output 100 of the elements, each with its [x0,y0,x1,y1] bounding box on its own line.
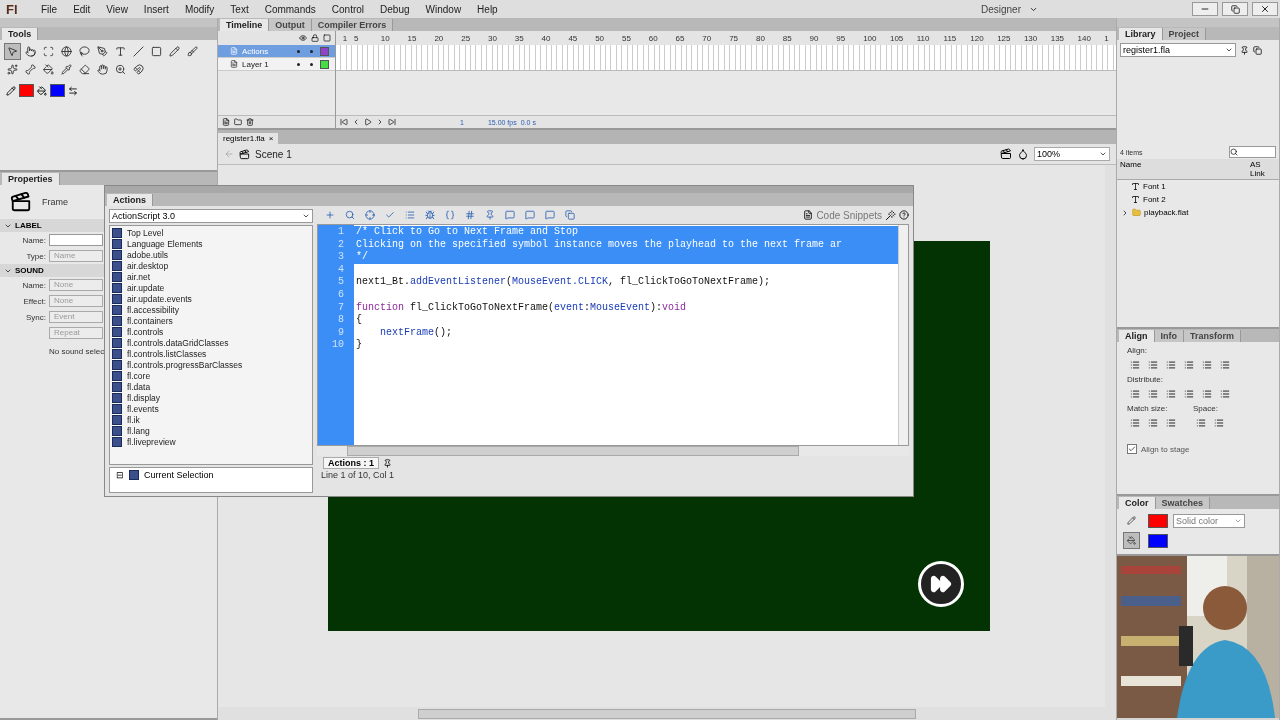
panel-tab[interactable]: Compiler Errors [311,19,394,31]
package-item[interactable]: Language Elements [112,238,310,249]
menu-item[interactable]: Insert [136,3,176,15]
package-item[interactable]: fl.accessibility [112,304,310,315]
script-tab[interactable]: Actions : 1 [323,457,379,469]
stroke-color-swatch[interactable] [19,84,34,97]
library-item[interactable]: playback.flat [1117,206,1279,219]
field-label: Type: [25,251,46,261]
menu-item[interactable]: Edit [66,3,98,15]
panel-tab[interactable]: Project [1162,28,1207,40]
document-tab[interactable]: register1.fla × [218,133,279,144]
package-item[interactable]: fl.events [112,403,310,414]
panel-tab[interactable]: Swatches [1155,497,1211,509]
search-field[interactable] [1229,146,1276,158]
package-item[interactable]: air.update [112,282,310,293]
layer-row[interactable]: Layer 1 [218,58,335,71]
expand-icon[interactable] [1121,208,1129,217]
package-item[interactable]: fl.controls.dataGridClasses [112,337,310,348]
package-item[interactable]: fl.data [112,381,310,392]
package-item[interactable]: fl.core [112,370,310,381]
library-item[interactable]: Font 2 [1117,193,1279,206]
column-header[interactable]: Name [1120,160,1250,178]
package-item[interactable]: fl.controls.progressBarClasses [112,359,310,370]
name-field[interactable] [49,234,103,246]
book-icon [112,348,122,359]
tree-item[interactable]: Current Selection [144,470,214,480]
scrollbar-thumb[interactable] [347,446,799,456]
pencil-tool[interactable] [166,43,183,60]
fill-button[interactable] [1123,532,1140,549]
menu-item[interactable]: Control [324,3,372,15]
panel-tab[interactable]: Align [1119,330,1155,342]
paint-bucket-tool[interactable] [40,61,57,78]
column-header[interactable]: AS Link [1250,160,1276,178]
package-item[interactable]: air.desktop [112,260,310,271]
fill-color-swatch[interactable] [50,84,65,97]
library-item[interactable]: Font 1 [1117,180,1279,193]
panel-tab[interactable]: Actions [107,194,153,206]
magnet-tool[interactable] [130,61,147,78]
panel-tab[interactable]: Timeline [220,19,270,31]
section-header[interactable]: LABEL [0,219,104,232]
code-editor[interactable] [317,224,909,446]
sparkle-tool[interactable] [4,61,21,78]
library-dropdown[interactable]: register1.fla [1120,43,1236,57]
package-item[interactable]: fl.lang [112,425,310,436]
panel-tab[interactable]: Transform [1184,330,1241,342]
menu-item[interactable]: File [34,3,65,15]
eyedropper-tool[interactable] [58,61,75,78]
paint-bucket-icon [1127,536,1136,545]
globe-tool[interactable] [58,43,75,60]
fill-type-dropdown[interactable]: Solid color [1173,513,1245,528]
workspace-switcher[interactable]: Designer [974,3,1027,15]
package-item[interactable]: fl.containers [112,315,310,326]
menu-item[interactable]: Help [470,3,505,15]
menu-item[interactable]: Window [418,3,469,15]
fill-color-swatch[interactable] [1148,533,1168,548]
book-icon [112,249,122,260]
package-item[interactable]: Top Level [112,227,310,238]
menu-item[interactable]: Modify [177,3,222,15]
restore-button[interactable] [1222,2,1248,16]
panel-tab[interactable]: Properties [2,173,60,185]
checkbox[interactable] [1127,444,1137,454]
book-icon [112,293,122,304]
package-item[interactable]: fl.controls [112,326,310,337]
panel-tab[interactable]: Color [1119,497,1156,509]
hand-tool[interactable] [94,61,111,78]
package-item[interactable]: fl.controls.listClasses [112,348,310,359]
panel-tab[interactable]: Info [1154,330,1184,342]
package-item[interactable]: air.update.events [112,293,310,304]
package-item[interactable]: fl.livepreview [112,436,310,447]
menu-item[interactable]: Commands [257,3,323,15]
panel-tab[interactable]: Library [1119,28,1163,40]
collapse-toggle[interactable]: ⊟ [116,470,124,480]
lasso-tool[interactable] [76,43,93,60]
selection-arrow-tool[interactable] [4,43,21,60]
scrollbar[interactable] [898,225,908,445]
menu-item[interactable]: Text [223,3,256,15]
panel-tab[interactable]: Output [269,19,312,31]
stroke-color-swatch[interactable] [1148,513,1168,528]
selection-arrow-icon [7,46,18,57]
code-snippets-button[interactable]: Code Snippets [816,209,882,221]
font-icon [1131,182,1140,191]
pen-icon [97,46,108,57]
zoom-dropdown[interactable]: 100% [1034,147,1110,161]
minimize-button[interactable] [1192,2,1218,16]
close-tab[interactable]: × [268,134,274,143]
package-item[interactable]: fl.display [112,392,310,403]
section-header[interactable]: SOUND [0,264,104,277]
language-dropdown[interactable]: ActionScript 3.0 [109,209,313,223]
forward-button[interactable] [918,561,964,607]
package-item[interactable]: fl.ik [112,414,310,425]
package-item[interactable]: adobe.utils [112,249,310,260]
package-item[interactable]: air.net [112,271,310,282]
menu-item[interactable]: View [99,3,135,15]
pointer-tool[interactable] [22,43,39,60]
line-tool[interactable] [130,43,147,60]
panel-tab[interactable]: Tools [2,28,39,40]
scrollbar-thumb[interactable] [418,708,916,719]
close-button[interactable] [1252,2,1278,16]
menu-item[interactable]: Debug [373,3,417,15]
bone-tool[interactable] [22,61,39,78]
